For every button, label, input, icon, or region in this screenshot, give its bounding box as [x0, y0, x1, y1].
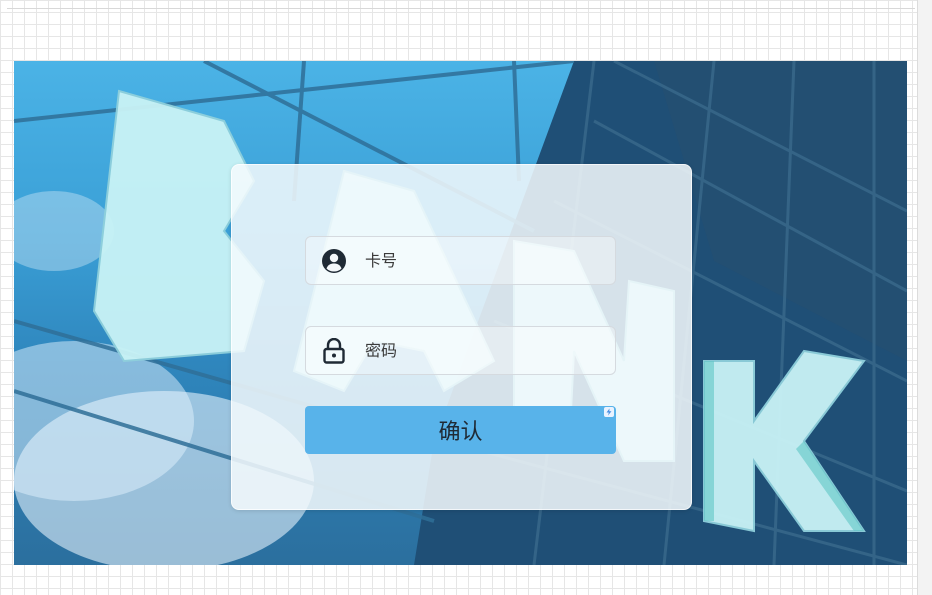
lightning-icon [604, 407, 614, 417]
lock-icon [321, 337, 347, 364]
user-circle-icon [321, 248, 347, 274]
card-number-field[interactable] [305, 236, 616, 285]
confirm-button[interactable]: 确认 [305, 406, 616, 454]
vertical-scrollbar[interactable] [917, 0, 932, 595]
login-card: 确认 [231, 164, 692, 510]
password-input[interactable] [363, 340, 607, 361]
password-field[interactable] [305, 326, 616, 375]
top-divider [7, 8, 915, 9]
confirm-button-label: 确认 [438, 420, 483, 445]
card-number-input[interactable] [363, 250, 607, 271]
